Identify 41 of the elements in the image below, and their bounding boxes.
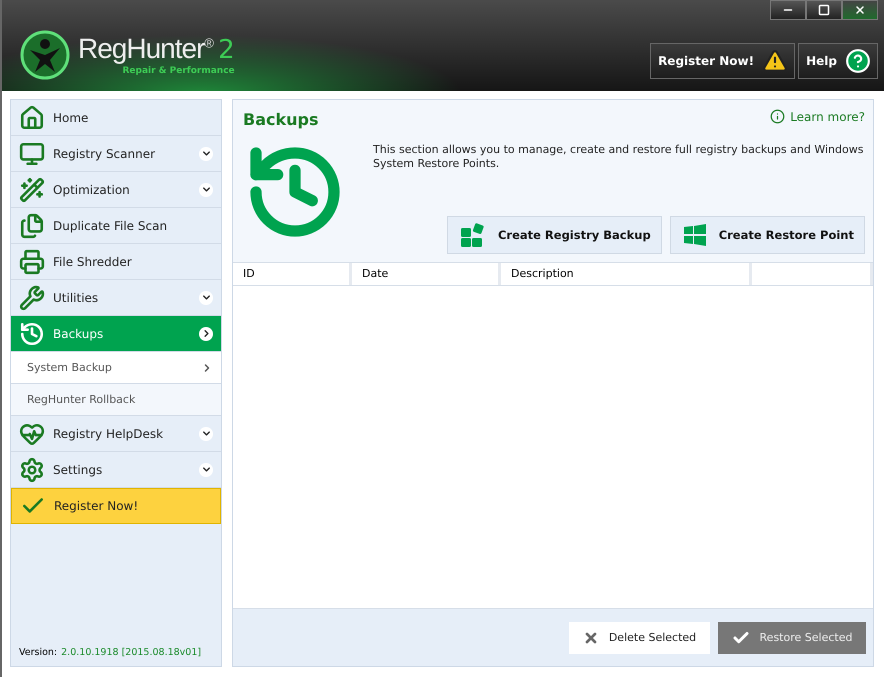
version-label: Version: [19,647,58,658]
logo-icon [20,30,70,80]
close-button[interactable] [842,0,878,20]
delete-button[interactable]: Delete Selected [569,622,710,654]
nav-icon [19,284,45,310]
version-number: 2.0.10.1918 [2015.08.18v01] [61,647,202,658]
info-icon [770,109,786,124]
submenu-item[interactable]: System Backup [11,352,221,384]
nav-icon [19,104,45,130]
learn-more-link[interactable]: Learn more? [770,104,865,129]
maximize-icon [818,4,830,16]
help-icon [845,48,871,74]
nav-icon [19,212,45,238]
nav-item[interactable]: Optimization [11,172,221,208]
submenu-item[interactable]: RegHunter Rollback [11,384,221,416]
nav-icon [19,456,45,482]
nav-icon [19,320,45,346]
nav-icon [19,140,45,166]
windows-logo-icon [682,223,707,247]
nav-icon [19,248,45,274]
nav-icon [19,176,45,202]
register-button[interactable]: Register Now! [650,43,796,79]
help-button[interactable]: Help [798,43,878,79]
minimize-button[interactable] [770,0,806,20]
app-tagline: Repair & Performance [121,66,235,76]
nav-item[interactable]: Duplicate File Scan [11,208,221,244]
close-icon [582,630,599,646]
register-item[interactable]: Register Now! [11,488,221,524]
nav-item[interactable]: Registry Scanner [11,136,221,172]
app-version: 2 [218,35,235,65]
blocks-icon [460,222,486,248]
maximize-button[interactable] [806,0,842,20]
create-restore-point-button[interactable]: Create Restore Point [670,216,865,254]
create-backup-button[interactable]: Create Registry Backup [446,216,662,254]
close-icon [854,4,866,16]
nav-item[interactable]: File Shredder [11,244,221,280]
app-name: RegHunter$^{®}$ [78,33,213,64]
section-description: This section allows you to manage, create and restore full registry backups and Windows System Restore Points. [373,143,864,172]
nav-item[interactable]: Registry HelpDesk [11,416,221,452]
section-title: Backups [243,110,320,129]
nav-item[interactable]: Home [11,100,221,136]
